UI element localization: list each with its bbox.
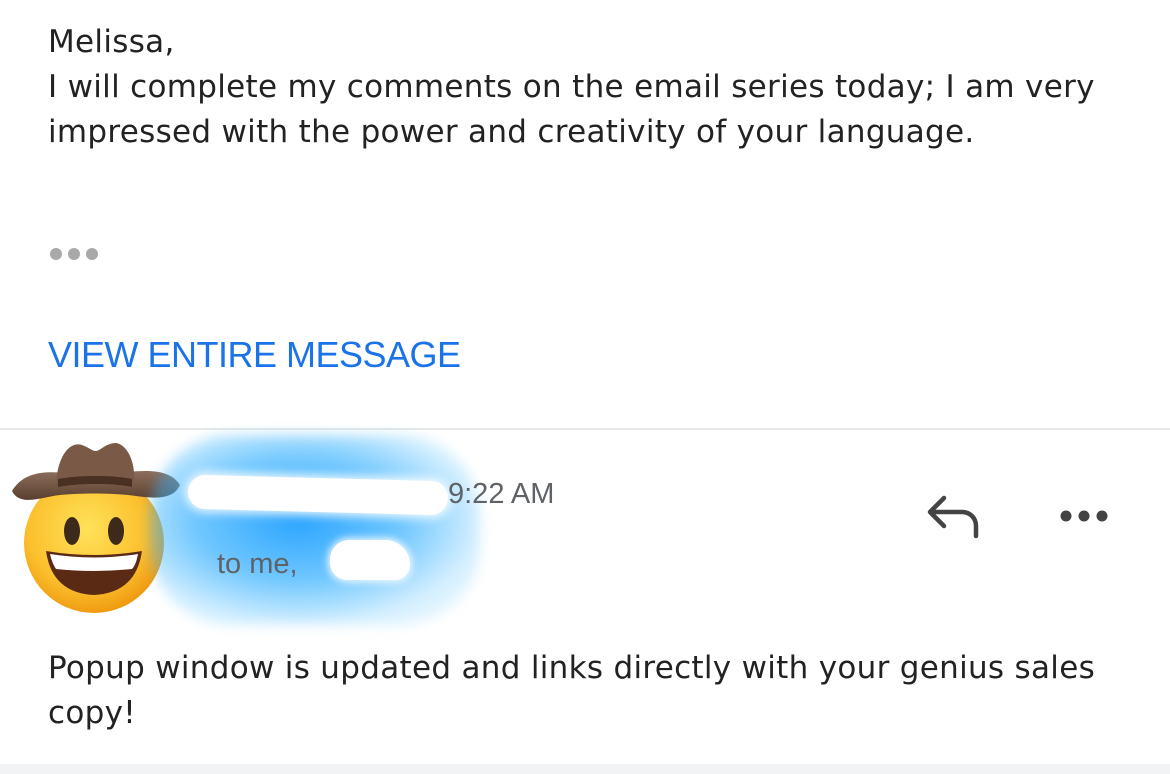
message-text: Popup window is updated and links direct…: [48, 650, 1096, 731]
more-options-button[interactable]: [1056, 500, 1112, 532]
message-time: 9:22 AM: [448, 478, 555, 510]
ellipsis-icon: [68, 248, 80, 260]
recipients-details-toggle[interactable]: to me,: [217, 548, 298, 581]
previous-message-body: Melissa, I will complete my comments on …: [48, 20, 1138, 155]
redaction-mark: [330, 540, 410, 580]
greeting-line: Melissa,: [48, 24, 175, 60]
more-options-icon: [1060, 510, 1108, 522]
ellipsis-icon: [50, 248, 62, 260]
bottom-edge: [0, 764, 1170, 774]
message-text: I will complete my comments on the email…: [48, 69, 1095, 150]
redaction-mark: [187, 474, 449, 516]
reply-button[interactable]: [922, 492, 986, 540]
reply-icon: [927, 495, 979, 539]
redacted-sender-name: [150, 435, 480, 625]
ellipsis-icon: [86, 248, 98, 260]
view-entire-message-link[interactable]: VIEW ENTIRE MESSAGE: [48, 334, 461, 376]
show-trimmed-content-button[interactable]: [50, 246, 106, 262]
message-body: Popup window is updated and links direct…: [48, 646, 1138, 736]
email-thread: Melissa, I will complete my comments on …: [0, 0, 1170, 774]
message-divider: [0, 428, 1170, 430]
